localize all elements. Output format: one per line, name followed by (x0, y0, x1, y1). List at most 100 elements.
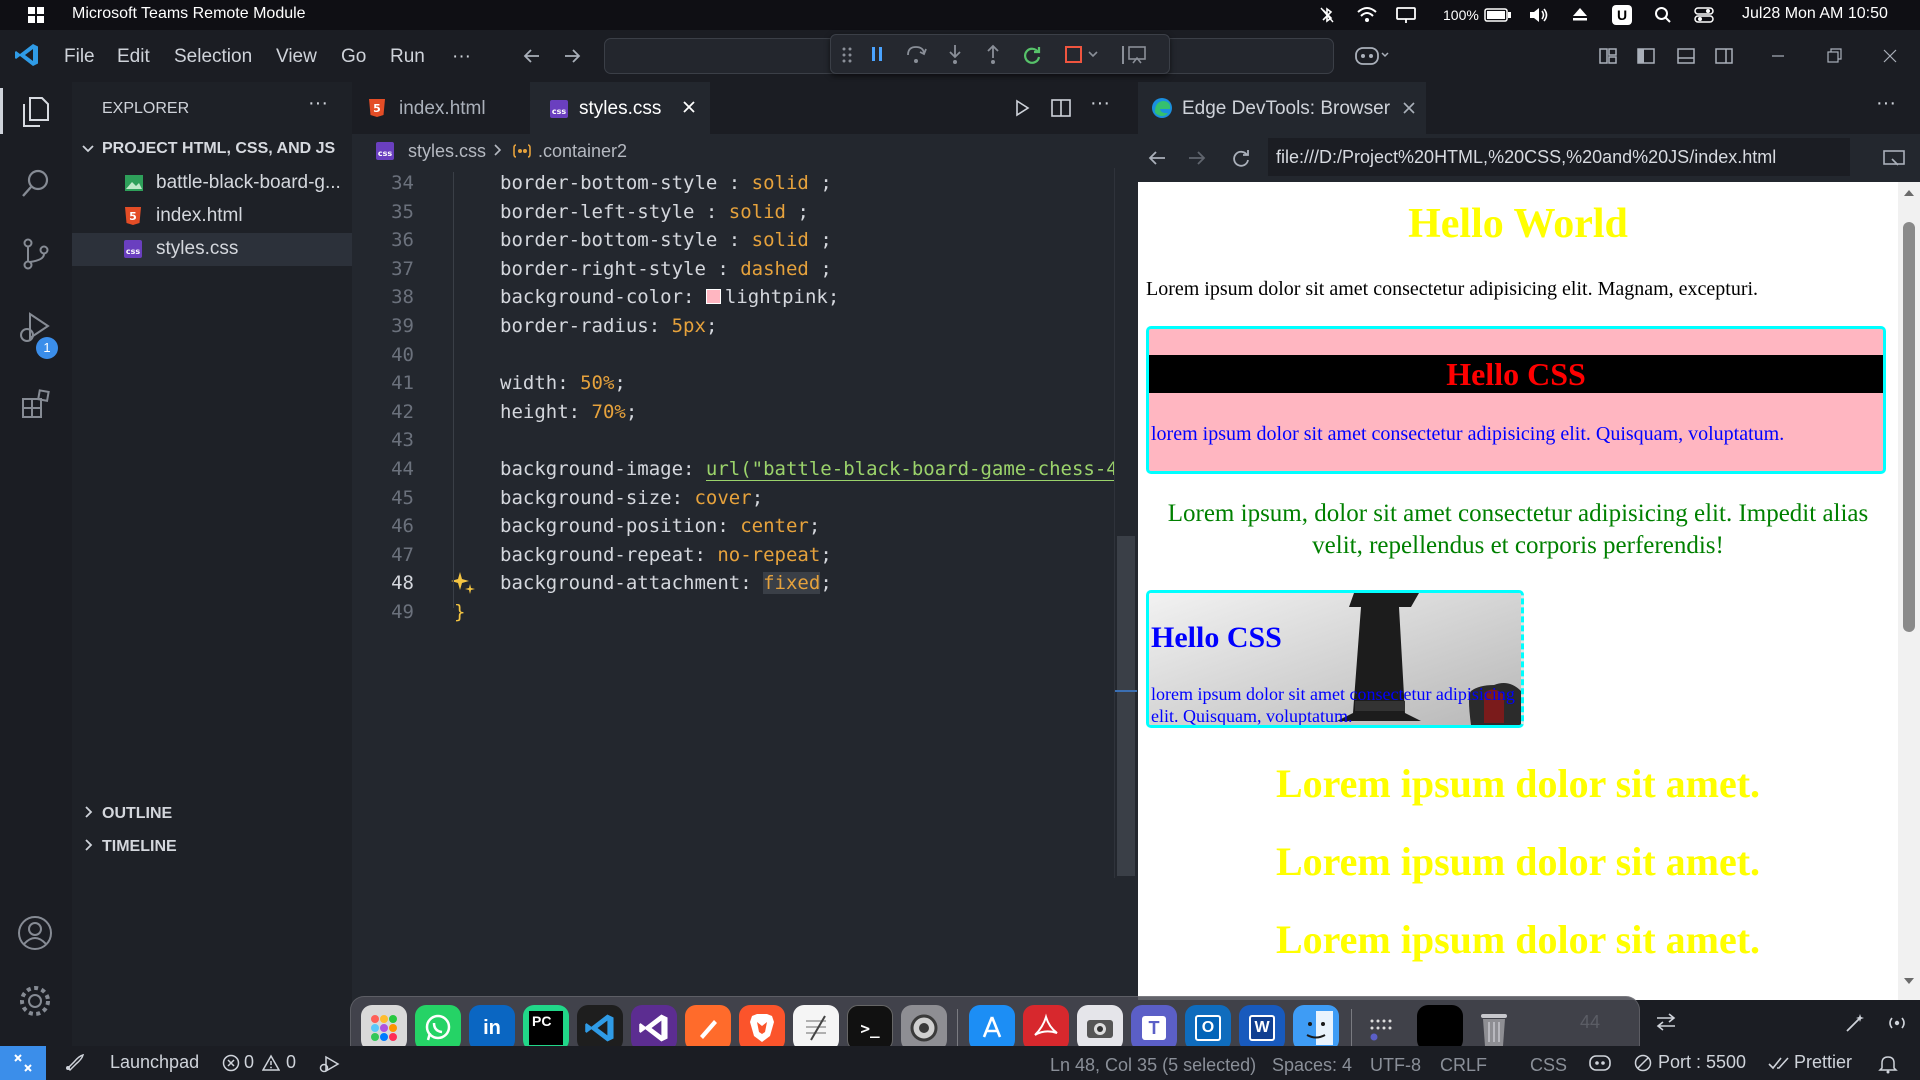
menu-run[interactable]: Run (390, 46, 425, 68)
app-store-icon[interactable] (969, 1005, 1015, 1051)
launchpad-status[interactable]: Launchpad (110, 1052, 199, 1073)
error-icon[interactable] (222, 1054, 240, 1072)
double-check-icon[interactable] (1768, 1054, 1790, 1072)
restore-icon[interactable] (1824, 46, 1844, 66)
search-icon[interactable] (18, 166, 54, 202)
code-line[interactable]: 45 background-size: cover; (352, 487, 1138, 516)
port-icon[interactable] (1634, 1054, 1652, 1072)
file-item-image[interactable]: battle-black-board-g... (72, 167, 352, 200)
swap-icon[interactable] (1654, 1012, 1678, 1032)
editor-more-icon[interactable]: ··· (1090, 92, 1110, 115)
outlook-icon[interactable]: O (1185, 1005, 1231, 1051)
reload-icon[interactable] (1230, 147, 1252, 169)
finder-icon[interactable] (1293, 1005, 1339, 1051)
explorer-icon[interactable] (18, 94, 54, 130)
whatsapp-icon[interactable] (415, 1005, 461, 1051)
minimize-icon[interactable] (1768, 46, 1788, 66)
menu-selection[interactable]: Selection (174, 46, 252, 68)
code-line[interactable]: 35 border-left-style : solid ; (352, 201, 1138, 230)
tab-styles-css[interactable]: css styles.css (530, 82, 710, 134)
forward-arrow-icon[interactable] (562, 46, 582, 66)
back-arrow-icon[interactable] (1146, 148, 1168, 168)
warning-icon[interactable] (262, 1054, 280, 1072)
sparkle-icon[interactable] (451, 570, 477, 596)
pycharm-icon[interactable]: PC (523, 1005, 569, 1051)
black-window-icon[interactable] (1417, 1005, 1463, 1051)
copilot-icon[interactable] (1354, 44, 1390, 68)
live-server-port[interactable]: Port : 5500 (1658, 1052, 1746, 1073)
camera-icon[interactable] (1077, 1005, 1123, 1051)
toggle-panel-icon[interactable] (1676, 46, 1696, 66)
prettier-status[interactable]: Prettier (1794, 1052, 1852, 1073)
linkedin-icon[interactable]: in (469, 1005, 515, 1051)
code-line[interactable]: 49} (352, 601, 1138, 630)
pause-icon[interactable] (867, 44, 887, 64)
code-line[interactable]: 42 height: 70%; (352, 401, 1138, 430)
menu-more[interactable]: ··· (452, 46, 471, 68)
forward-arrow-icon[interactable] (1186, 148, 1208, 168)
code-line[interactable]: 41 width: 50%; (352, 372, 1138, 401)
language-mode[interactable]: CSS (1530, 1055, 1567, 1076)
scroll-down-icon[interactable] (1903, 976, 1915, 986)
debug-config-icon[interactable] (318, 1054, 340, 1074)
panel-more-icon[interactable]: ··· (1876, 92, 1896, 115)
step-into-icon[interactable] (945, 43, 965, 67)
toggle-primary-sidebar-icon[interactable] (1636, 46, 1656, 66)
screencast-icon[interactable] (1882, 148, 1906, 170)
terminal-icon[interactable]: >_ (847, 1005, 893, 1051)
project-folder[interactable]: PROJECT HTML, CSS, AND JS (72, 134, 352, 167)
settings-icon[interactable] (901, 1005, 947, 1051)
scroll-thumb[interactable] (1903, 222, 1915, 632)
stop-icon[interactable] (1063, 44, 1103, 66)
scroll-thumb[interactable] (1117, 536, 1135, 876)
url-input[interactable]: file:///D:/Project%20HTML,%20CSS,%20and%… (1268, 138, 1850, 176)
code-line[interactable]: 38 background-color: lightpink; (352, 286, 1138, 315)
menu-go[interactable]: Go (341, 46, 366, 68)
clock[interactable]: Jul28 Mon AM 10:50 (1742, 5, 1888, 23)
manage-gear-icon[interactable] (16, 982, 54, 1020)
code-line[interactable]: 43 (352, 429, 1138, 458)
file-item-css-selected[interactable]: css styles.css (72, 233, 352, 266)
close-window-icon[interactable] (1880, 46, 1900, 66)
word-icon[interactable]: W (1239, 1005, 1285, 1051)
copilot-status-icon[interactable] (1588, 1053, 1612, 1073)
menu-edit[interactable]: Edit (117, 46, 150, 68)
line-ending[interactable]: CRLF (1440, 1055, 1487, 1076)
notes-icon[interactable] (793, 1005, 839, 1051)
windows-logo-icon[interactable] (28, 7, 44, 23)
remote-indicator[interactable] (0, 1046, 46, 1080)
account-icon[interactable] (16, 914, 54, 952)
split-editor-icon[interactable] (1050, 98, 1072, 118)
code-line[interactable]: 39 border-radius: 5px; (352, 315, 1138, 344)
encoding[interactable]: UTF-8 (1370, 1055, 1421, 1076)
menu-view[interactable]: View (276, 46, 317, 68)
outline-section[interactable]: OUTLINE (72, 798, 352, 831)
brave-icon[interactable] (739, 1005, 785, 1051)
close-tab-icon[interactable] (1400, 99, 1418, 117)
close-tab-icon[interactable] (680, 98, 698, 116)
file-item-html[interactable]: 5 index.html (72, 200, 352, 233)
pen-app-icon[interactable] (685, 1005, 731, 1051)
search-icon[interactable] (1654, 6, 1672, 24)
restart-icon[interactable] (1021, 44, 1043, 66)
user-app-icon[interactable]: U (1612, 5, 1632, 25)
battery-icon[interactable] (1484, 7, 1512, 23)
step-over-icon[interactable] (905, 44, 927, 66)
broadcast-icon[interactable] (1886, 1013, 1908, 1033)
code-line[interactable]: 40 (352, 344, 1138, 373)
launchpad-icon[interactable] (361, 1005, 407, 1051)
editor-scrollbar[interactable] (1114, 168, 1137, 878)
color-swatch[interactable] (705, 289, 721, 305)
notifications-bell-icon[interactable] (1878, 1054, 1898, 1074)
tab-edge-devtools[interactable]: Edge DevTools: Browser (1138, 82, 1426, 134)
drag-handle-icon[interactable] (841, 45, 853, 65)
toggle-secondary-sidebar-icon[interactable] (1714, 46, 1734, 66)
visual-studio-icon[interactable] (631, 1005, 677, 1051)
code-line[interactable]: 37 border-right-style : dashed ; (352, 258, 1138, 287)
cursor-position[interactable]: Ln 48, Col 35 (5 selected) (1050, 1055, 1256, 1076)
wifi-icon[interactable] (1356, 6, 1378, 24)
acrobat-icon[interactable] (1023, 1005, 1069, 1051)
breadcrumb-file[interactable]: styles.css (408, 141, 486, 162)
menu-file[interactable]: File (64, 46, 95, 68)
browser-scrollbar[interactable] (1898, 182, 1920, 1000)
